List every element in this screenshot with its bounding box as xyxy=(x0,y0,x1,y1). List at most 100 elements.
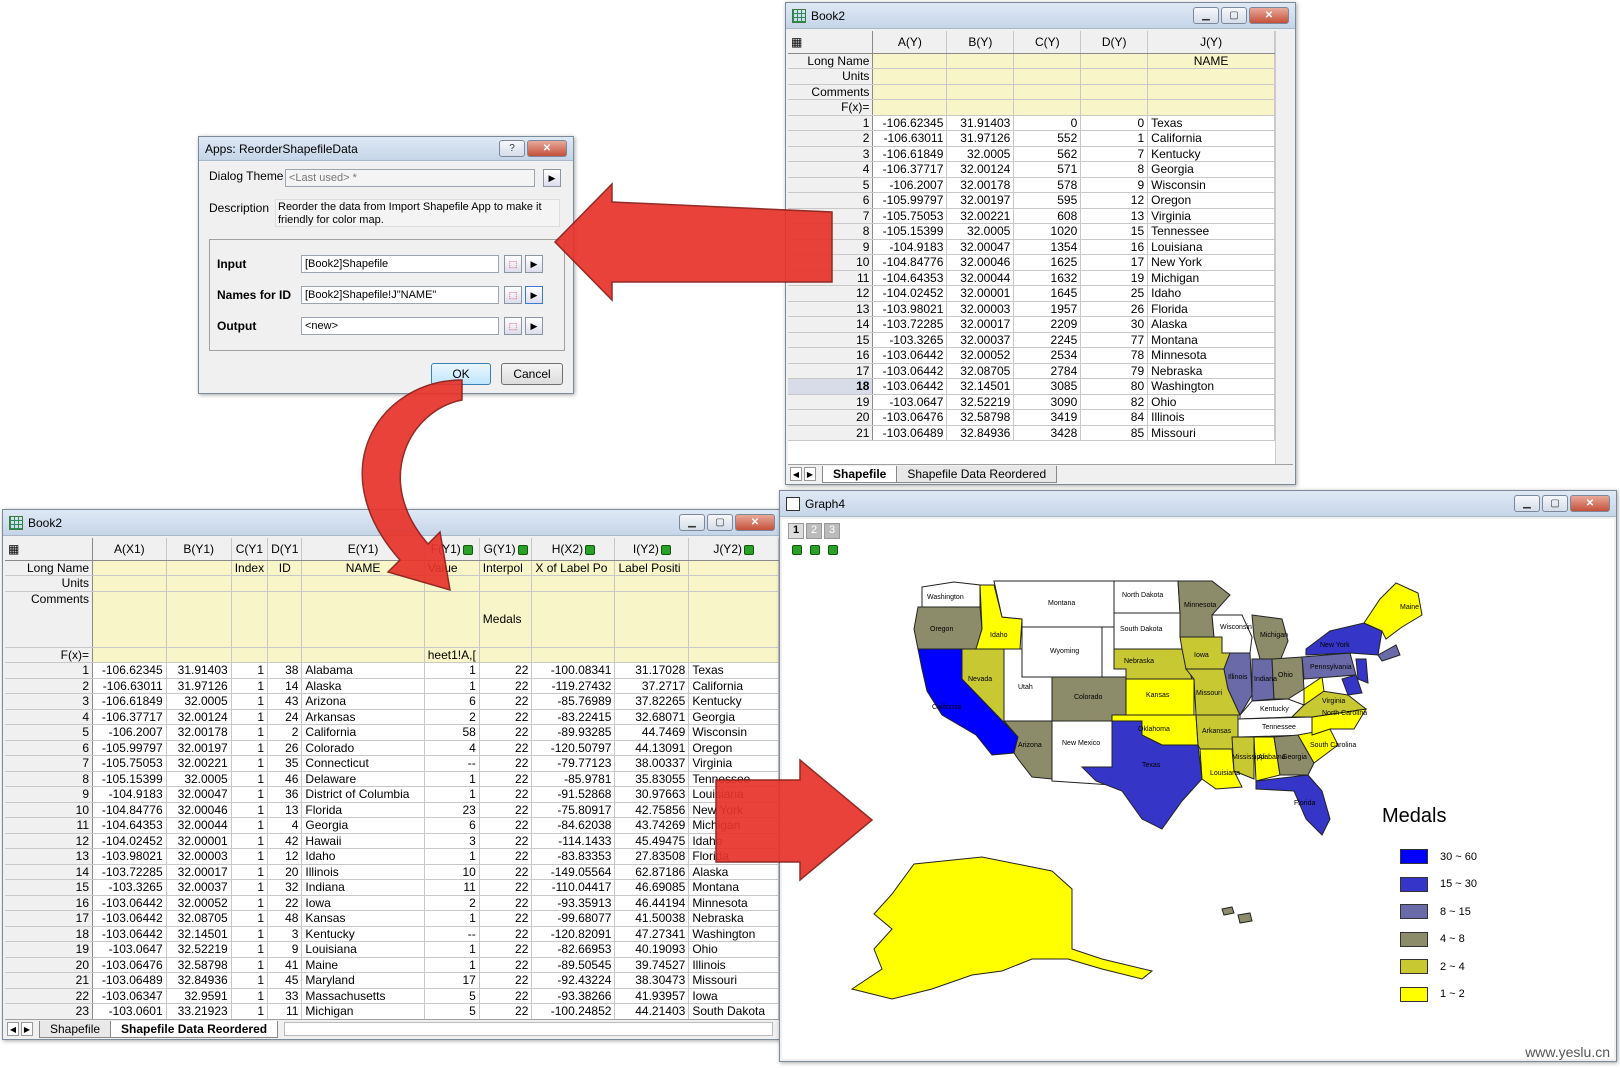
cell[interactable]: -105.15399 xyxy=(872,223,948,240)
cell[interactable]: 33 xyxy=(267,988,303,1004)
cell[interactable]: -103.06442 xyxy=(92,895,167,911)
cell[interactable]: Michigan xyxy=(688,817,779,834)
cell[interactable]: 22 xyxy=(479,848,533,865)
cell[interactable]: 39.74527 xyxy=(614,957,690,973)
cell[interactable]: -106.37717 xyxy=(872,161,948,178)
cell[interactable]: Ohio xyxy=(688,941,779,958)
cell[interactable]: Illinois xyxy=(688,957,779,973)
cell[interactable]: 48 xyxy=(267,910,303,927)
row-header[interactable]: 4 xyxy=(5,709,94,725)
cell[interactable]: 25 xyxy=(1080,285,1149,302)
cell[interactable]: 12 xyxy=(1080,192,1149,209)
cell[interactable]: 22 xyxy=(479,1003,533,1019)
cell[interactable]: Kansas xyxy=(301,910,425,927)
cell[interactable]: Arkansas xyxy=(301,709,425,725)
range-select-icon[interactable]: ⬚ xyxy=(504,255,522,273)
cell[interactable]: 9 xyxy=(1080,177,1149,193)
tab-next-button[interactable]: ▶ xyxy=(804,467,816,481)
cell[interactable]: 9 xyxy=(267,941,303,958)
cell[interactable]: 32.00221 xyxy=(166,755,232,772)
cell[interactable]: 41 xyxy=(267,957,303,973)
row-header[interactable]: 10 xyxy=(788,254,874,271)
cell[interactable]: Kentucky xyxy=(688,693,779,710)
cell[interactable]: 1645 xyxy=(1013,285,1082,302)
cell[interactable]: 32.52219 xyxy=(946,394,1015,410)
col-header[interactable]: A(X1) xyxy=(92,538,167,561)
cell[interactable]: -103.0601 xyxy=(92,1003,167,1019)
cell[interactable]: -100.24852 xyxy=(531,1003,616,1019)
cell[interactable]: District of Columbia xyxy=(301,786,425,803)
maximize-button[interactable]: ▢ xyxy=(1542,495,1568,512)
cell[interactable]: 2534 xyxy=(1013,347,1082,364)
cell[interactable]: -106.2007 xyxy=(92,724,167,741)
row-header[interactable]: 17 xyxy=(788,363,874,379)
names-menu-button[interactable]: ▶ xyxy=(525,286,543,304)
cell[interactable]: -103.06442 xyxy=(92,910,167,927)
col-header[interactable]: A(Y) xyxy=(872,31,948,54)
cell[interactable]: 1957 xyxy=(1013,301,1082,317)
row-header[interactable]: 13 xyxy=(788,301,874,317)
cell[interactable]: 26 xyxy=(267,740,303,756)
cell[interactable]: 3428 xyxy=(1013,425,1082,441)
cell[interactable]: Idaho xyxy=(688,833,779,849)
cell[interactable]: Montana xyxy=(688,879,779,896)
cell[interactable]: 32.58798 xyxy=(166,957,232,973)
col-header-locked[interactable]: J(Y2) xyxy=(688,538,779,561)
cell[interactable]: -104.84776 xyxy=(92,802,167,818)
row-header[interactable]: 9 xyxy=(5,786,94,803)
cell[interactable]: Minnesota xyxy=(688,895,779,911)
long-name-cell[interactable]: NAME xyxy=(1147,53,1275,69)
cell[interactable]: Idaho xyxy=(301,848,425,865)
cell[interactable]: 32.00124 xyxy=(946,161,1015,178)
cell[interactable]: New York xyxy=(688,802,779,818)
cell[interactable]: 1 xyxy=(231,833,269,849)
cell[interactable]: -- xyxy=(424,926,480,942)
cell[interactable]: 3 xyxy=(267,926,303,942)
cell[interactable]: 42.75856 xyxy=(614,802,690,818)
cell[interactable]: 1 xyxy=(231,988,269,1004)
row-header[interactable]: 11 xyxy=(788,270,874,286)
cell[interactable]: 1 xyxy=(231,848,269,865)
cell[interactable]: -110.04417 xyxy=(531,879,616,896)
minimize-button[interactable]: ▁ xyxy=(679,514,705,531)
cell[interactable]: 571 xyxy=(1013,161,1082,178)
cell[interactable]: Idaho xyxy=(1147,285,1275,302)
row-header[interactable]: 3 xyxy=(5,693,94,710)
cell[interactable]: 1 xyxy=(424,848,480,865)
output-field[interactable]: <new> xyxy=(301,317,499,335)
cell[interactable]: -85.76989 xyxy=(531,693,616,710)
cell[interactable]: 22 xyxy=(479,817,533,834)
col-header[interactable]: C(Y1 xyxy=(231,538,269,561)
long-name-cell[interactable]: X of Label Po xyxy=(531,560,616,576)
cell[interactable]: Wisconsin xyxy=(1147,177,1275,193)
cell[interactable]: 14 xyxy=(267,678,303,694)
cell[interactable]: 1 xyxy=(231,771,269,787)
cell[interactable]: 46.44194 xyxy=(614,895,690,911)
cell[interactable]: California xyxy=(301,724,425,741)
cell[interactable]: 42 xyxy=(267,833,303,849)
cell[interactable]: 22 xyxy=(479,926,533,942)
cell[interactable]: -106.61849 xyxy=(92,693,167,710)
cell[interactable]: -89.50545 xyxy=(531,957,616,973)
row-header[interactable]: 20 xyxy=(5,957,94,973)
cell[interactable]: -103.06442 xyxy=(872,378,948,395)
cell[interactable]: -93.38266 xyxy=(531,988,616,1004)
row-header[interactable]: 16 xyxy=(5,895,94,911)
cell[interactable]: -114.1433 xyxy=(531,833,616,849)
cell[interactable]: 32.00047 xyxy=(166,786,232,803)
cell[interactable]: Michigan xyxy=(1147,270,1275,286)
cell[interactable]: 2209 xyxy=(1013,316,1082,333)
cell[interactable]: 32.0005 xyxy=(946,223,1015,240)
ok-button[interactable]: OK xyxy=(431,363,491,385)
cell[interactable]: 46.69085 xyxy=(614,879,690,896)
cell[interactable]: 31.97126 xyxy=(946,130,1015,147)
cell[interactable]: Maryland xyxy=(301,972,425,989)
cell[interactable]: 22 xyxy=(479,678,533,694)
cell[interactable]: Missouri xyxy=(688,972,779,989)
cell[interactable]: Georgia xyxy=(688,709,779,725)
row-header[interactable]: 21 xyxy=(788,425,874,441)
output-menu-button[interactable]: ▶ xyxy=(525,317,543,335)
cell[interactable]: Michigan xyxy=(301,1003,425,1019)
cell[interactable]: -89.93285 xyxy=(531,724,616,741)
book2-top-titlebar[interactable]: Book2 ▁ ▢ ✕ xyxy=(786,3,1295,29)
